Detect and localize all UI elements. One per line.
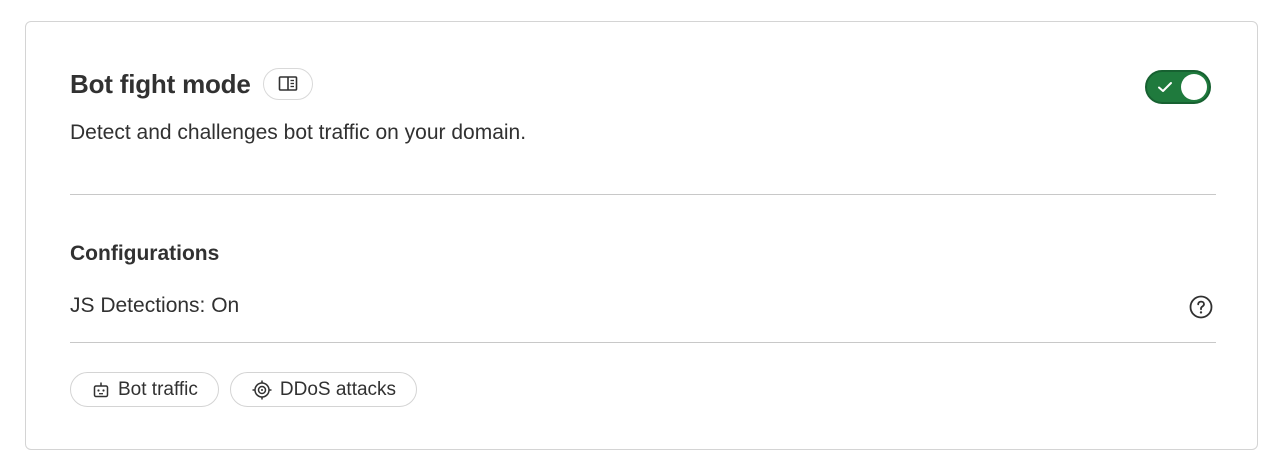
card-description: Detect and challenges bot traffic on you… — [70, 121, 527, 144]
js-detections-status: JS Detections: On — [70, 294, 240, 317]
tag-label: Bot traffic — [118, 378, 198, 400]
tag-list: Bot traffic DDoS attacks — [70, 372, 418, 407]
card-title: Bot fight mode — [70, 68, 251, 99]
divider — [70, 342, 1216, 343]
robot-icon — [92, 381, 110, 399]
bot-fight-mode-toggle[interactable] — [1145, 70, 1211, 104]
title-row: Bot fight mode — [70, 66, 313, 102]
documentation-button[interactable] — [262, 68, 313, 100]
check-icon — [1158, 82, 1172, 92]
bot-fight-mode-card: Bot fight mode Detect and challenges bot… — [25, 21, 1258, 450]
toggle-knob — [1181, 74, 1207, 100]
tag-bot-traffic[interactable]: Bot traffic — [70, 372, 219, 407]
book-open-icon — [278, 76, 297, 91]
question-circle-icon[interactable] — [1189, 295, 1213, 319]
tag-ddos-attacks[interactable]: DDoS attacks — [229, 372, 418, 407]
divider — [70, 194, 1216, 195]
configurations-heading: Configurations — [70, 242, 220, 265]
tag-label: DDoS attacks — [279, 378, 397, 400]
target-icon — [252, 380, 272, 400]
